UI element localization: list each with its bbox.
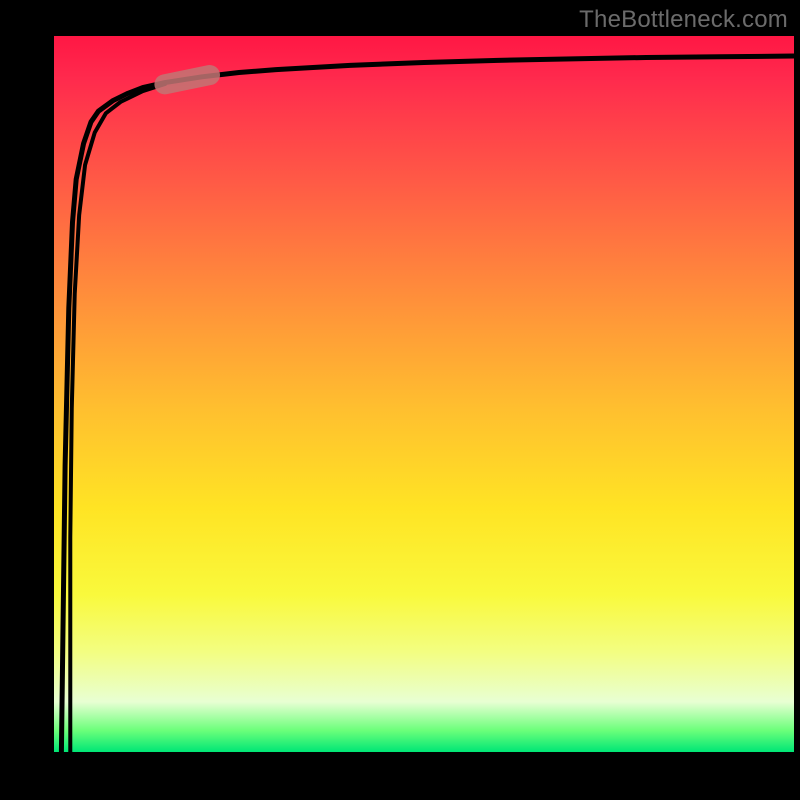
bottleneck-curve-inner [70,84,165,752]
highlight-pill [152,63,221,96]
attribution-text: TheBottleneck.com [579,6,788,34]
bottleneck-curve [61,56,794,752]
curve-layer [54,36,794,752]
plot-area [54,36,794,752]
chart-frame: TheBottleneck.com [0,0,800,800]
